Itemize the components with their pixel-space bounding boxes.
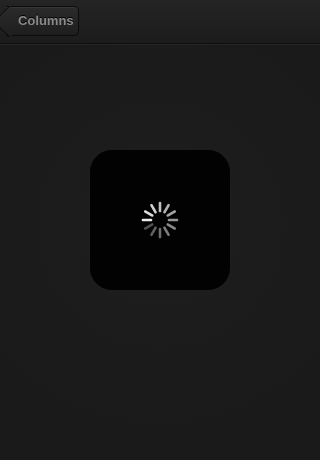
loading-screen: Columns: [0, 0, 320, 460]
spinner-spoke: [166, 223, 177, 230]
spinner-spoke: [166, 210, 177, 217]
spinner-spoke: [163, 203, 170, 214]
loading-hud: [90, 150, 230, 290]
activity-spinner-icon: [141, 201, 179, 239]
back-button-label: Columns: [18, 13, 74, 28]
navigation-bar: Columns: [0, 0, 320, 44]
back-button[interactable]: Columns: [0, 5, 79, 38]
spinner-spoke: [150, 203, 157, 214]
spinner-spoke: [143, 223, 154, 230]
spinner-spoke: [163, 226, 170, 237]
spinner-spoke: [143, 210, 154, 217]
spinner-spoke: [150, 226, 157, 237]
